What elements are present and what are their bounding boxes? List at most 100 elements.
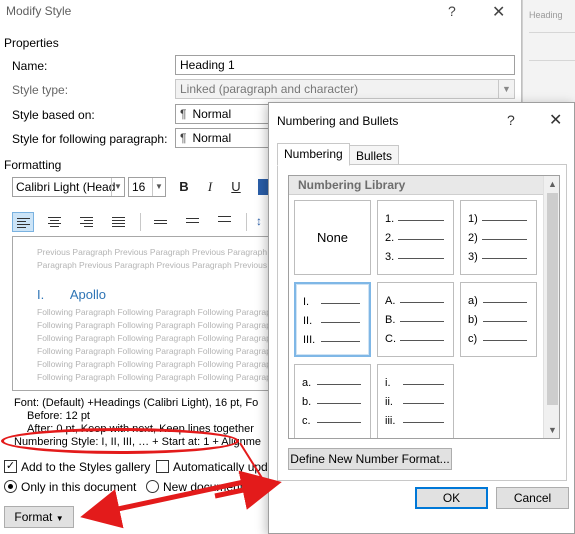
preview-following-line: Following Paragraph Following Paragraph … — [37, 307, 279, 317]
line-spacing-icon — [186, 218, 199, 225]
numbering-option-alpha-lower-period[interactable]: a. b. c. — [294, 364, 371, 438]
preview-following-line: Following Paragraph Following Paragraph … — [37, 346, 279, 356]
preview-following-line: Following Paragraph Following Paragraph … — [37, 333, 279, 343]
numbering-option-arabic-period[interactable]: 1. 2. 3. — [377, 200, 454, 275]
numbering-option-none[interactable]: None — [294, 200, 371, 275]
only-this-document-label: Only in this document — [21, 480, 137, 494]
bold-button[interactable]: B — [174, 177, 194, 197]
number-marker: 2. — [385, 232, 395, 244]
triangle-down-icon: ▼ — [55, 514, 64, 523]
auto-update-checkbox[interactable] — [156, 460, 169, 473]
line-spacing-icon — [154, 220, 167, 226]
number-marker: iii. — [385, 415, 396, 427]
none-label: None — [316, 230, 349, 245]
align-center-button[interactable] — [44, 212, 66, 232]
formatting-heading: Formatting — [4, 158, 62, 172]
numbering-option-roman-lower[interactable]: i. ii. iii. — [377, 364, 454, 438]
numbering-library: Numbering Library None 1. 2. 3. 1) 2) 3) — [288, 175, 560, 439]
following-label: Style for following paragraph: — [12, 132, 168, 146]
number-marker: 3. — [385, 251, 395, 263]
dialog-title: Modify Style — [6, 4, 72, 18]
line-spacing-icon — [218, 216, 231, 226]
close-button[interactable]: ✕ — [549, 110, 562, 130]
chevron-down-icon: ▼ — [498, 80, 514, 98]
style-description-line: Before: 12 pt — [27, 410, 90, 422]
number-marker: I. — [303, 296, 310, 308]
name-field[interactable]: Heading 1 — [175, 55, 515, 75]
preview-following-line: Following Paragraph Following Paragraph … — [37, 320, 279, 330]
number-marker: c) — [468, 333, 478, 345]
one-half-spacing-button[interactable] — [182, 212, 204, 232]
numbering-option-alpha-upper[interactable]: A. B. C. — [377, 282, 454, 357]
background-divider — [529, 60, 575, 61]
style-type-dropdown: Linked (paragraph and character) ▼ — [175, 79, 515, 99]
single-spacing-button[interactable] — [150, 212, 172, 232]
properties-heading: Properties — [4, 36, 59, 50]
preview-previous-line: Paragraph Previous Paragraph Previous Pa… — [37, 260, 279, 270]
align-right-icon — [80, 217, 93, 229]
align-right-button[interactable] — [76, 212, 98, 232]
name-label: Name: — [12, 59, 48, 73]
add-to-gallery-checkbox[interactable]: ✓ — [4, 460, 17, 473]
underline-button[interactable]: U — [226, 177, 246, 197]
toolbar-divider — [246, 213, 247, 231]
style-type-label: Style type: — [12, 83, 69, 97]
justify-button[interactable] — [108, 212, 130, 232]
tab-numbering[interactable]: Numbering — [277, 143, 350, 166]
number-marker: a. — [302, 377, 312, 389]
number-marker: 3) — [468, 251, 478, 263]
number-marker: 2) — [468, 232, 478, 244]
font-size-dropdown[interactable]: 16 ▼ — [128, 177, 166, 197]
help-button[interactable]: ? — [507, 112, 515, 128]
double-spacing-button[interactable] — [214, 212, 236, 232]
font-color-button[interactable] — [258, 179, 268, 195]
paragraph-mark-icon: ¶ — [180, 131, 187, 145]
preview-heading-number: I. — [37, 287, 45, 302]
cancel-button[interactable]: Cancel — [496, 487, 569, 509]
following-dropdown[interactable]: ¶ Normal — [175, 128, 275, 148]
close-button[interactable]: ✕ — [492, 2, 505, 22]
scroll-up-icon[interactable]: ▲ — [544, 176, 559, 192]
following-value: Normal — [192, 131, 232, 145]
align-left-button[interactable] — [12, 212, 34, 232]
scroll-thumb[interactable] — [547, 193, 558, 405]
number-marker: 1. — [385, 213, 395, 225]
format-button[interactable]: Format ▼ — [4, 506, 74, 528]
chevron-down-icon: ▼ — [111, 178, 124, 196]
numbering-option-alpha-lower-paren[interactable]: a) b) c) — [460, 282, 537, 357]
highlight-ellipse — [1, 428, 239, 454]
dialog-title: Numbering and Bullets — [277, 114, 399, 128]
preview-following-line: Following Paragraph Following Paragraph … — [37, 372, 279, 382]
number-marker: b. — [302, 396, 312, 408]
format-button-label: Format — [14, 510, 53, 524]
spacing-before-icon[interactable]: ↕ — [256, 214, 266, 232]
font-size-value: 16 — [132, 180, 146, 194]
only-this-document-radio[interactable] — [4, 480, 17, 493]
number-marker: a) — [468, 295, 478, 307]
numbering-option-arabic-paren[interactable]: 1) 2) 3) — [460, 200, 537, 275]
help-button[interactable]: ? — [448, 3, 456, 19]
justify-icon — [112, 217, 125, 229]
new-documents-radio[interactable] — [146, 480, 159, 493]
number-marker: III. — [303, 334, 316, 346]
library-scrollbar[interactable]: ▲ ▼ — [543, 176, 559, 438]
numbering-option-roman-upper[interactable]: I. II. III. — [294, 282, 371, 357]
based-on-label: Style based on: — [12, 108, 95, 122]
chevron-down-icon: ▼ — [152, 178, 165, 196]
toolbar-divider — [140, 213, 141, 231]
based-on-dropdown[interactable]: ¶ Normal — [175, 104, 275, 124]
scroll-down-icon[interactable]: ▼ — [544, 422, 559, 438]
define-new-number-format-button[interactable]: Define New Number Format... — [288, 448, 452, 470]
number-marker: II. — [303, 315, 313, 327]
font-dropdown[interactable]: Calibri Light (Head ▼ — [12, 177, 125, 197]
background-text: Heading — [529, 10, 563, 20]
preview-previous-line: Previous Paragraph Previous Paragraph Pr… — [37, 247, 279, 257]
numbering-tab-panel: Numbering Library None 1. 2. 3. 1) 2) 3) — [277, 164, 567, 481]
ok-button[interactable]: OK — [415, 487, 488, 509]
italic-button[interactable]: I — [200, 177, 220, 197]
number-marker: B. — [385, 314, 396, 326]
style-description-line: Font: (Default) +Headings (Calibri Light… — [14, 397, 259, 409]
number-marker: C. — [385, 333, 396, 345]
number-marker: b) — [468, 314, 478, 326]
style-type-value: Linked (paragraph and character) — [180, 82, 359, 96]
